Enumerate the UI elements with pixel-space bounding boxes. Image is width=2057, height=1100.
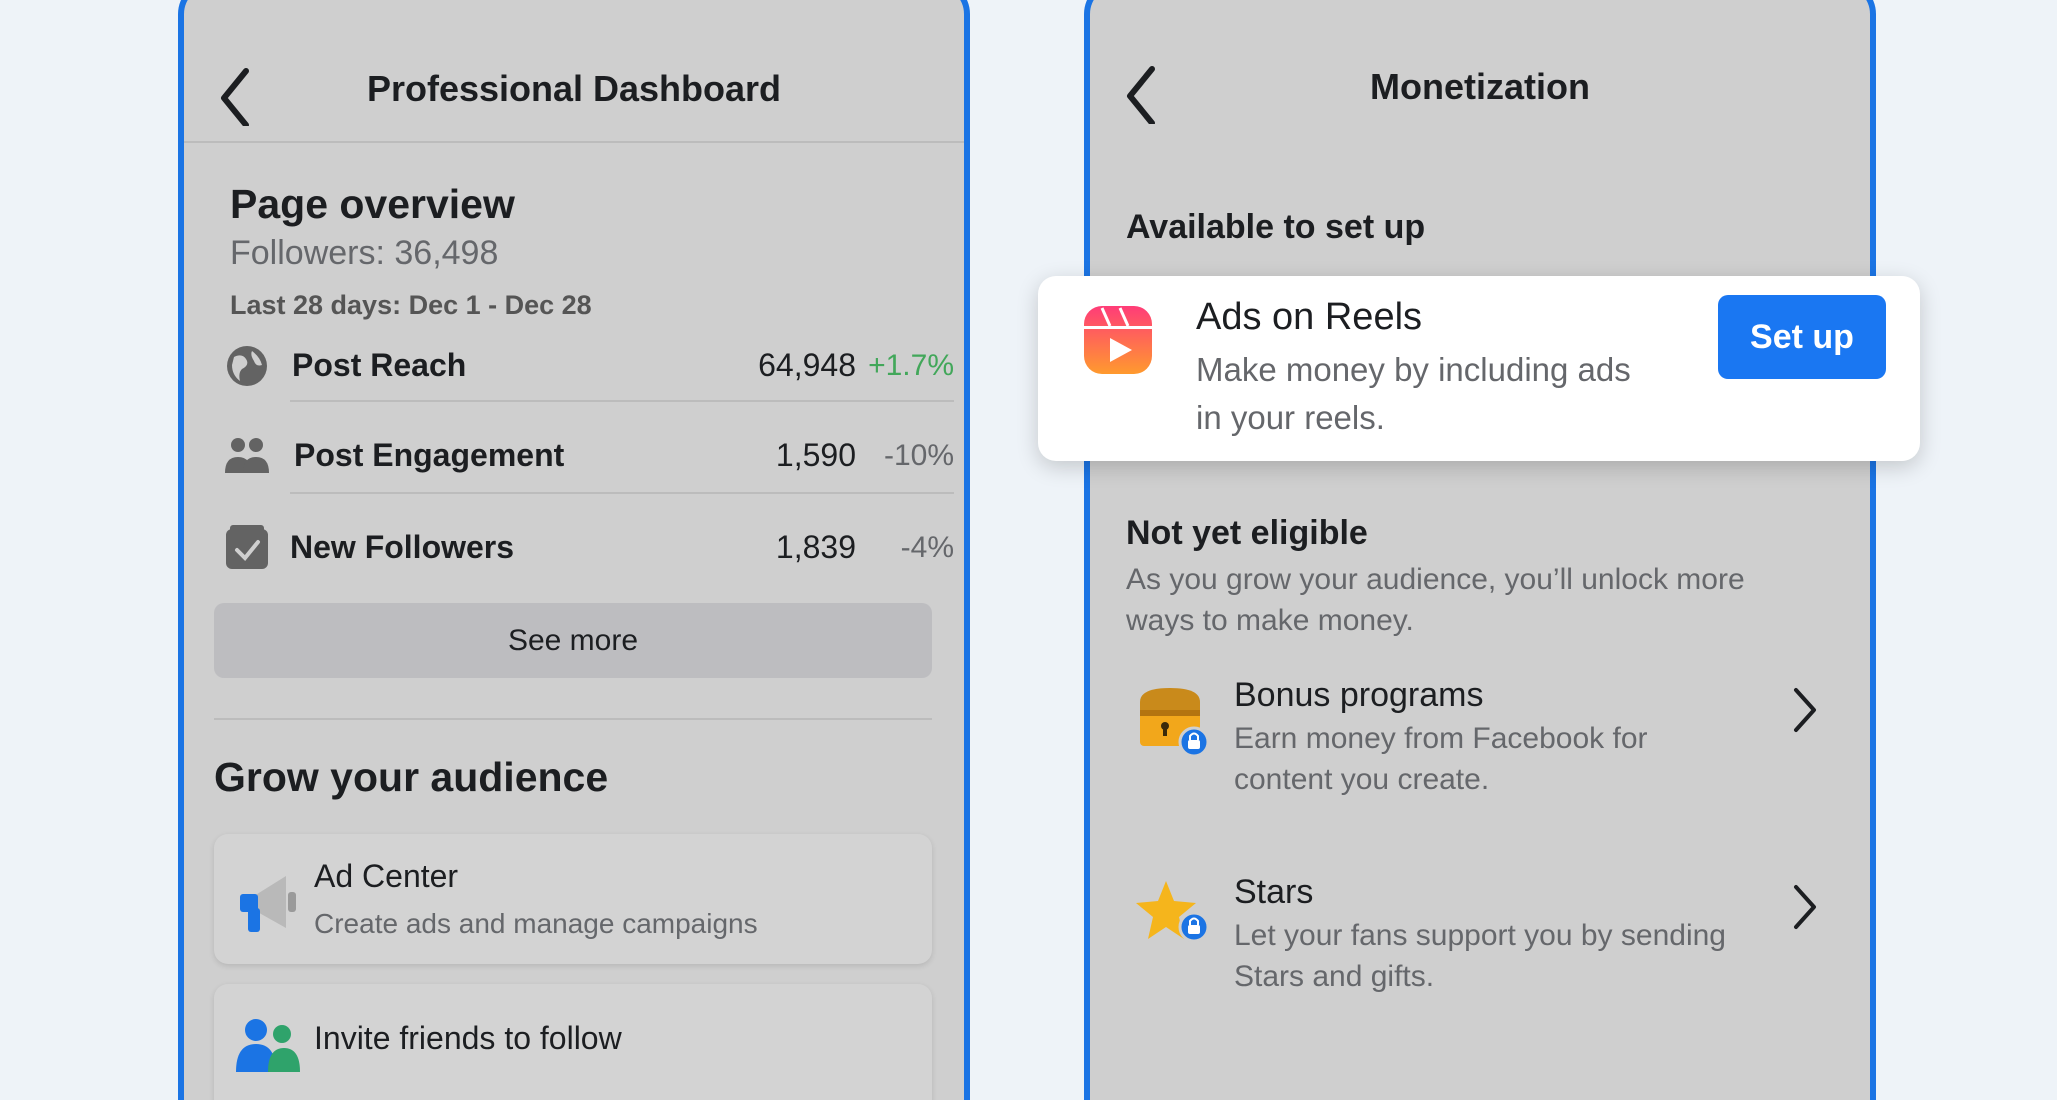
description-line: Stars and gifts. xyxy=(1234,960,1435,993)
monetization-screen: Monetization Available to set up Not yet… xyxy=(1084,0,1876,1100)
card-description: Make money by including ads in your reel… xyxy=(1196,346,1696,442)
item-title: Bonus programs xyxy=(1234,676,1484,714)
professional-dashboard-screen: Professional Dashboard Page overview Fol… xyxy=(178,0,970,1100)
chevron-right-icon xyxy=(1794,688,1816,732)
followers-count: Followers: 36,498 xyxy=(230,234,499,272)
stat-row-post-reach[interactable]: Post Reach 64,948 +1.7% xyxy=(214,321,954,411)
friends-icon xyxy=(236,1019,300,1072)
stat-value: 1,839 xyxy=(775,529,856,565)
star-icon xyxy=(1136,881,1208,943)
ads-on-reels-card[interactable]: Ads on Reels Make money by including ads… xyxy=(1038,276,1920,461)
set-up-button[interactable]: Set up xyxy=(1718,295,1886,379)
section-divider xyxy=(214,718,932,720)
stat-label: New Followers xyxy=(290,529,515,565)
description-line: As you grow your audience, you’ll unlock… xyxy=(1126,563,1745,596)
item-title: Ad Center xyxy=(314,858,459,894)
people-icon xyxy=(225,438,269,473)
checkbox-icon xyxy=(226,525,268,569)
stat-change: -10% xyxy=(883,439,954,472)
chevron-right-icon xyxy=(1794,885,1816,929)
item-description: Earn money from Facebook for content you… xyxy=(1234,718,1794,800)
bonus-programs-item[interactable]: Bonus programs Earn money from Facebook … xyxy=(1126,666,1846,816)
row-divider xyxy=(290,492,954,494)
description-line: Earn money from Facebook for xyxy=(1234,722,1648,755)
page-title: Monetization xyxy=(1370,66,1590,107)
item-title: Stars xyxy=(1234,873,1314,911)
header-divider xyxy=(184,141,964,143)
stat-value: 64,948 xyxy=(758,347,856,383)
description-line: content you create. xyxy=(1234,763,1490,796)
stat-label: Post Engagement xyxy=(294,437,565,473)
description-line: ways to make money. xyxy=(1126,604,1414,637)
item-description: Create ads and manage campaigns xyxy=(314,908,758,939)
see-more-button[interactable]: See more xyxy=(214,603,932,678)
item-description: Let your fans support you by sending Sta… xyxy=(1234,915,1814,997)
not-eligible-heading: Not yet eligible xyxy=(1126,514,1368,552)
globe-icon xyxy=(227,346,267,386)
grow-heading: Grow your audience xyxy=(214,754,609,800)
stat-row-post-engagement[interactable]: Post Engagement 1,590 -10% xyxy=(214,411,954,501)
treasure-chest-icon xyxy=(1140,688,1208,758)
stat-value: 1,590 xyxy=(775,437,856,473)
description-line: in your reels. xyxy=(1196,399,1385,436)
stars-item[interactable]: Stars Let your fans support you by sendi… xyxy=(1126,863,1846,1013)
megaphone-icon xyxy=(240,876,296,932)
stat-change: +1.7% xyxy=(868,349,954,382)
row-divider xyxy=(290,400,954,402)
description-line: Make money by including ads xyxy=(1196,351,1631,388)
card-title: Ads on Reels xyxy=(1196,296,1423,338)
date-range: Last 28 days: Dec 1 - Dec 28 xyxy=(230,290,592,320)
page-title: Professional Dashboard xyxy=(366,68,782,109)
invite-friends-card[interactable]: Invite friends to follow xyxy=(214,984,932,1100)
item-title: Invite friends to follow xyxy=(314,1020,622,1056)
stat-change: -4% xyxy=(900,531,954,564)
not-eligible-description: As you grow your audience, you’ll unlock… xyxy=(1126,559,1846,641)
stat-row-new-followers[interactable]: New Followers 1,839 -4% xyxy=(214,503,954,593)
ad-center-card[interactable]: Ad Center Create ads and manage campaign… xyxy=(214,834,932,964)
description-line: Let your fans support you by sending xyxy=(1234,919,1726,952)
overview-heading: Page overview xyxy=(230,181,515,227)
stat-label: Post Reach xyxy=(292,347,467,383)
reels-icon xyxy=(1084,306,1152,374)
available-heading: Available to set up xyxy=(1126,208,1426,246)
